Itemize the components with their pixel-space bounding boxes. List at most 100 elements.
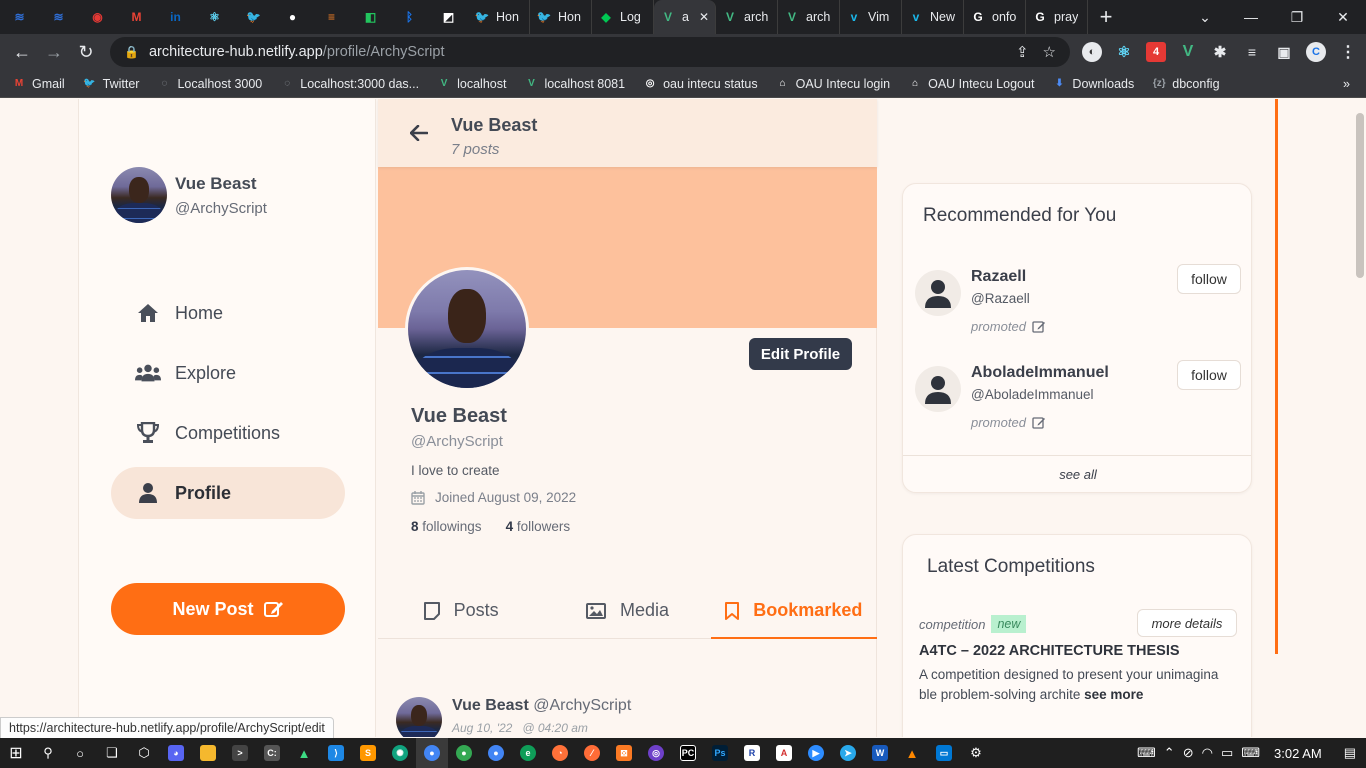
see-more-link[interactable]: see more [1084,687,1143,702]
browser-tab[interactable]: ≋ [39,0,78,34]
browser-tab[interactable]: 🐦 Hon [468,0,530,34]
sidebar-item-home[interactable]: Home [111,287,345,339]
browser-tab[interactable]: Varch [716,0,778,34]
follow-button[interactable]: follow [1177,360,1241,390]
address-bar[interactable]: 🔒 architecture-hub.netlify.app/profile/A… [110,37,1070,67]
search-icon[interactable]: ⚲ [32,738,64,768]
media-icon[interactable]: ≡ [1242,42,1262,62]
telegram-icon[interactable]: ➤ [832,738,864,768]
restore-icon[interactable]: ❐ [1274,0,1320,34]
bookmark-item[interactable]: Vlocalhost [437,77,507,91]
more-details-button[interactable]: more details [1137,609,1237,637]
photos-icon[interactable]: ▭ [928,738,960,768]
followers-link[interactable]: 4 followers [506,519,571,534]
wifi-icon[interactable]: ◠ [1202,745,1213,761]
menu-icon[interactable]: ⋮ [1338,42,1358,62]
vscode-icon[interactable]: ⟩ [320,738,352,768]
rstudio-icon[interactable]: R [736,738,768,768]
cmd-icon[interactable]: C: [256,738,288,768]
recommended-user-name[interactable]: Razaell [971,268,1026,286]
minimize-icon[interactable]: — [1228,0,1274,34]
sidebar-user-card[interactable]: Vue Beast @ArchyScript [111,167,267,223]
android-icon[interactable]: ▲ [288,738,320,768]
browser-tab[interactable]: v New [902,0,964,34]
browser-tab[interactable]: ◧ [351,0,390,34]
clock-time[interactable]: 3:02 AM [1274,746,1322,761]
competition-title[interactable]: A4TC – 2022 ARCHITECTURE THESIS [919,643,1180,659]
vue-devtools-icon[interactable]: V [1178,42,1198,62]
sidebar-item-competitions[interactable]: Competitions [111,407,345,459]
discord-icon[interactable]: ◕ [160,738,192,768]
share-icon[interactable]: ⇪ [1016,43,1029,61]
back-arrow-icon[interactable] [410,125,428,141]
edit-profile-button[interactable]: Edit Profile [749,338,852,370]
scrollbar-thumb[interactable] [1356,113,1364,278]
scrollbar[interactable] [1353,99,1366,737]
browser-tab[interactable]: M [117,0,156,34]
sublime-icon[interactable]: S [352,738,384,768]
browser-tab[interactable]: ◩ [429,0,468,34]
browser-tab[interactable]: ◆ Log [592,0,654,34]
tab-bookmarked[interactable]: Bookmarked [710,583,878,639]
notifications-icon[interactable]: ▤ [1344,745,1356,761]
close-window-icon[interactable]: ✕ [1320,0,1366,34]
bookmark-item[interactable]: ⌂ OAU Intecu Logout [908,77,1034,91]
firefox-icon[interactable]: ◔ [544,738,576,768]
browser-tab[interactable]: Gonfo [964,0,1026,34]
browser-tab[interactable]: ● [273,0,312,34]
reload-icon[interactable]: ↻ [70,36,102,68]
photoshop-icon[interactable]: Ps [704,738,736,768]
bookmark-item[interactable]: Vlocalhost 8081 [524,77,625,91]
sidebar-item-profile[interactable]: Profile [111,467,345,519]
github-desktop-icon[interactable]: ◎ [640,738,672,768]
browser-tab[interactable]: ⚛ [195,0,234,34]
bookmark-item[interactable]: 🐦 Twitter [83,77,139,91]
cortana-icon[interactable]: ○ [64,738,96,768]
back-icon[interactable]: ← [6,36,38,68]
pycharm-icon[interactable]: PC [672,738,704,768]
profile-avatar[interactable] [405,267,529,391]
sidebar-item-explore[interactable]: Explore [111,347,345,399]
bookmark-item[interactable]: ⬇ Downloads [1052,77,1134,91]
extension-badge-icon[interactable]: 4 [1146,42,1166,62]
network-off-icon[interactable]: ⊘ [1183,745,1194,761]
edge-icon[interactable]: e [512,738,544,768]
tab-media[interactable]: Media [544,583,710,638]
new-post-button[interactable]: New Post [111,583,345,635]
browser-tab[interactable]: v Vim [840,0,902,34]
app-3d-icon[interactable]: ⬡ [128,738,160,768]
browser-tab[interactable]: 🐦 Hon [530,0,592,34]
browser-tab[interactable]: 🐦 [234,0,273,34]
browser-tab[interactable]: ≡ [312,0,351,34]
forward-icon[interactable]: → [38,36,70,68]
list-item[interactable]: Vue Beast @ArchyScript Aug 10, '22 @ 04:… [396,697,631,737]
chevron-up-icon[interactable]: ⌃ [1164,745,1175,761]
xampp-icon[interactable]: ⊠ [608,738,640,768]
recommended-user-name[interactable]: AboladeImmanuel [971,364,1109,382]
keyboard-layout-icon[interactable]: ⌨ [1137,745,1156,761]
extension-avatar-icon[interactable]: ◐ [1082,42,1102,62]
profile-icon[interactable]: C [1306,42,1326,62]
close-tab-icon[interactable]: ✕ [699,10,709,24]
chrome-dev-icon[interactable]: ● [480,738,512,768]
task-view-icon[interactable]: ❏ [96,738,128,768]
tab-posts[interactable]: Posts [378,583,544,638]
browser-tab[interactable]: Va ✕ [654,0,716,34]
star-icon[interactable]: ☆ [1043,43,1056,61]
sidepanel-icon[interactable]: ▣ [1274,42,1294,62]
bookmark-item[interactable]: ◌ Localhost 3000 [157,77,262,91]
avatar[interactable] [915,366,961,412]
file-explorer-icon[interactable] [192,738,224,768]
acrobat-icon[interactable]: A [768,738,800,768]
settings-gear-icon[interactable]: ⚙ [960,738,992,768]
chatgpt-icon[interactable]: ✺ [384,738,416,768]
bookmark-item[interactable]: ◎ oau intecu status [643,77,758,91]
follow-button[interactable]: follow [1177,264,1241,294]
browser-tab[interactable]: ᛒ [390,0,429,34]
touch-keyboard-icon[interactable]: ⌨ [1241,745,1260,761]
more-bookmarks-icon[interactable]: » [1343,77,1366,91]
puzzle-icon[interactable]: ✱ [1210,42,1230,62]
zoom-icon[interactable]: ▶ [800,738,832,768]
tab-search-icon[interactable]: ⌄ [1182,0,1228,34]
browser-tab[interactable]: Gpray [1026,0,1088,34]
